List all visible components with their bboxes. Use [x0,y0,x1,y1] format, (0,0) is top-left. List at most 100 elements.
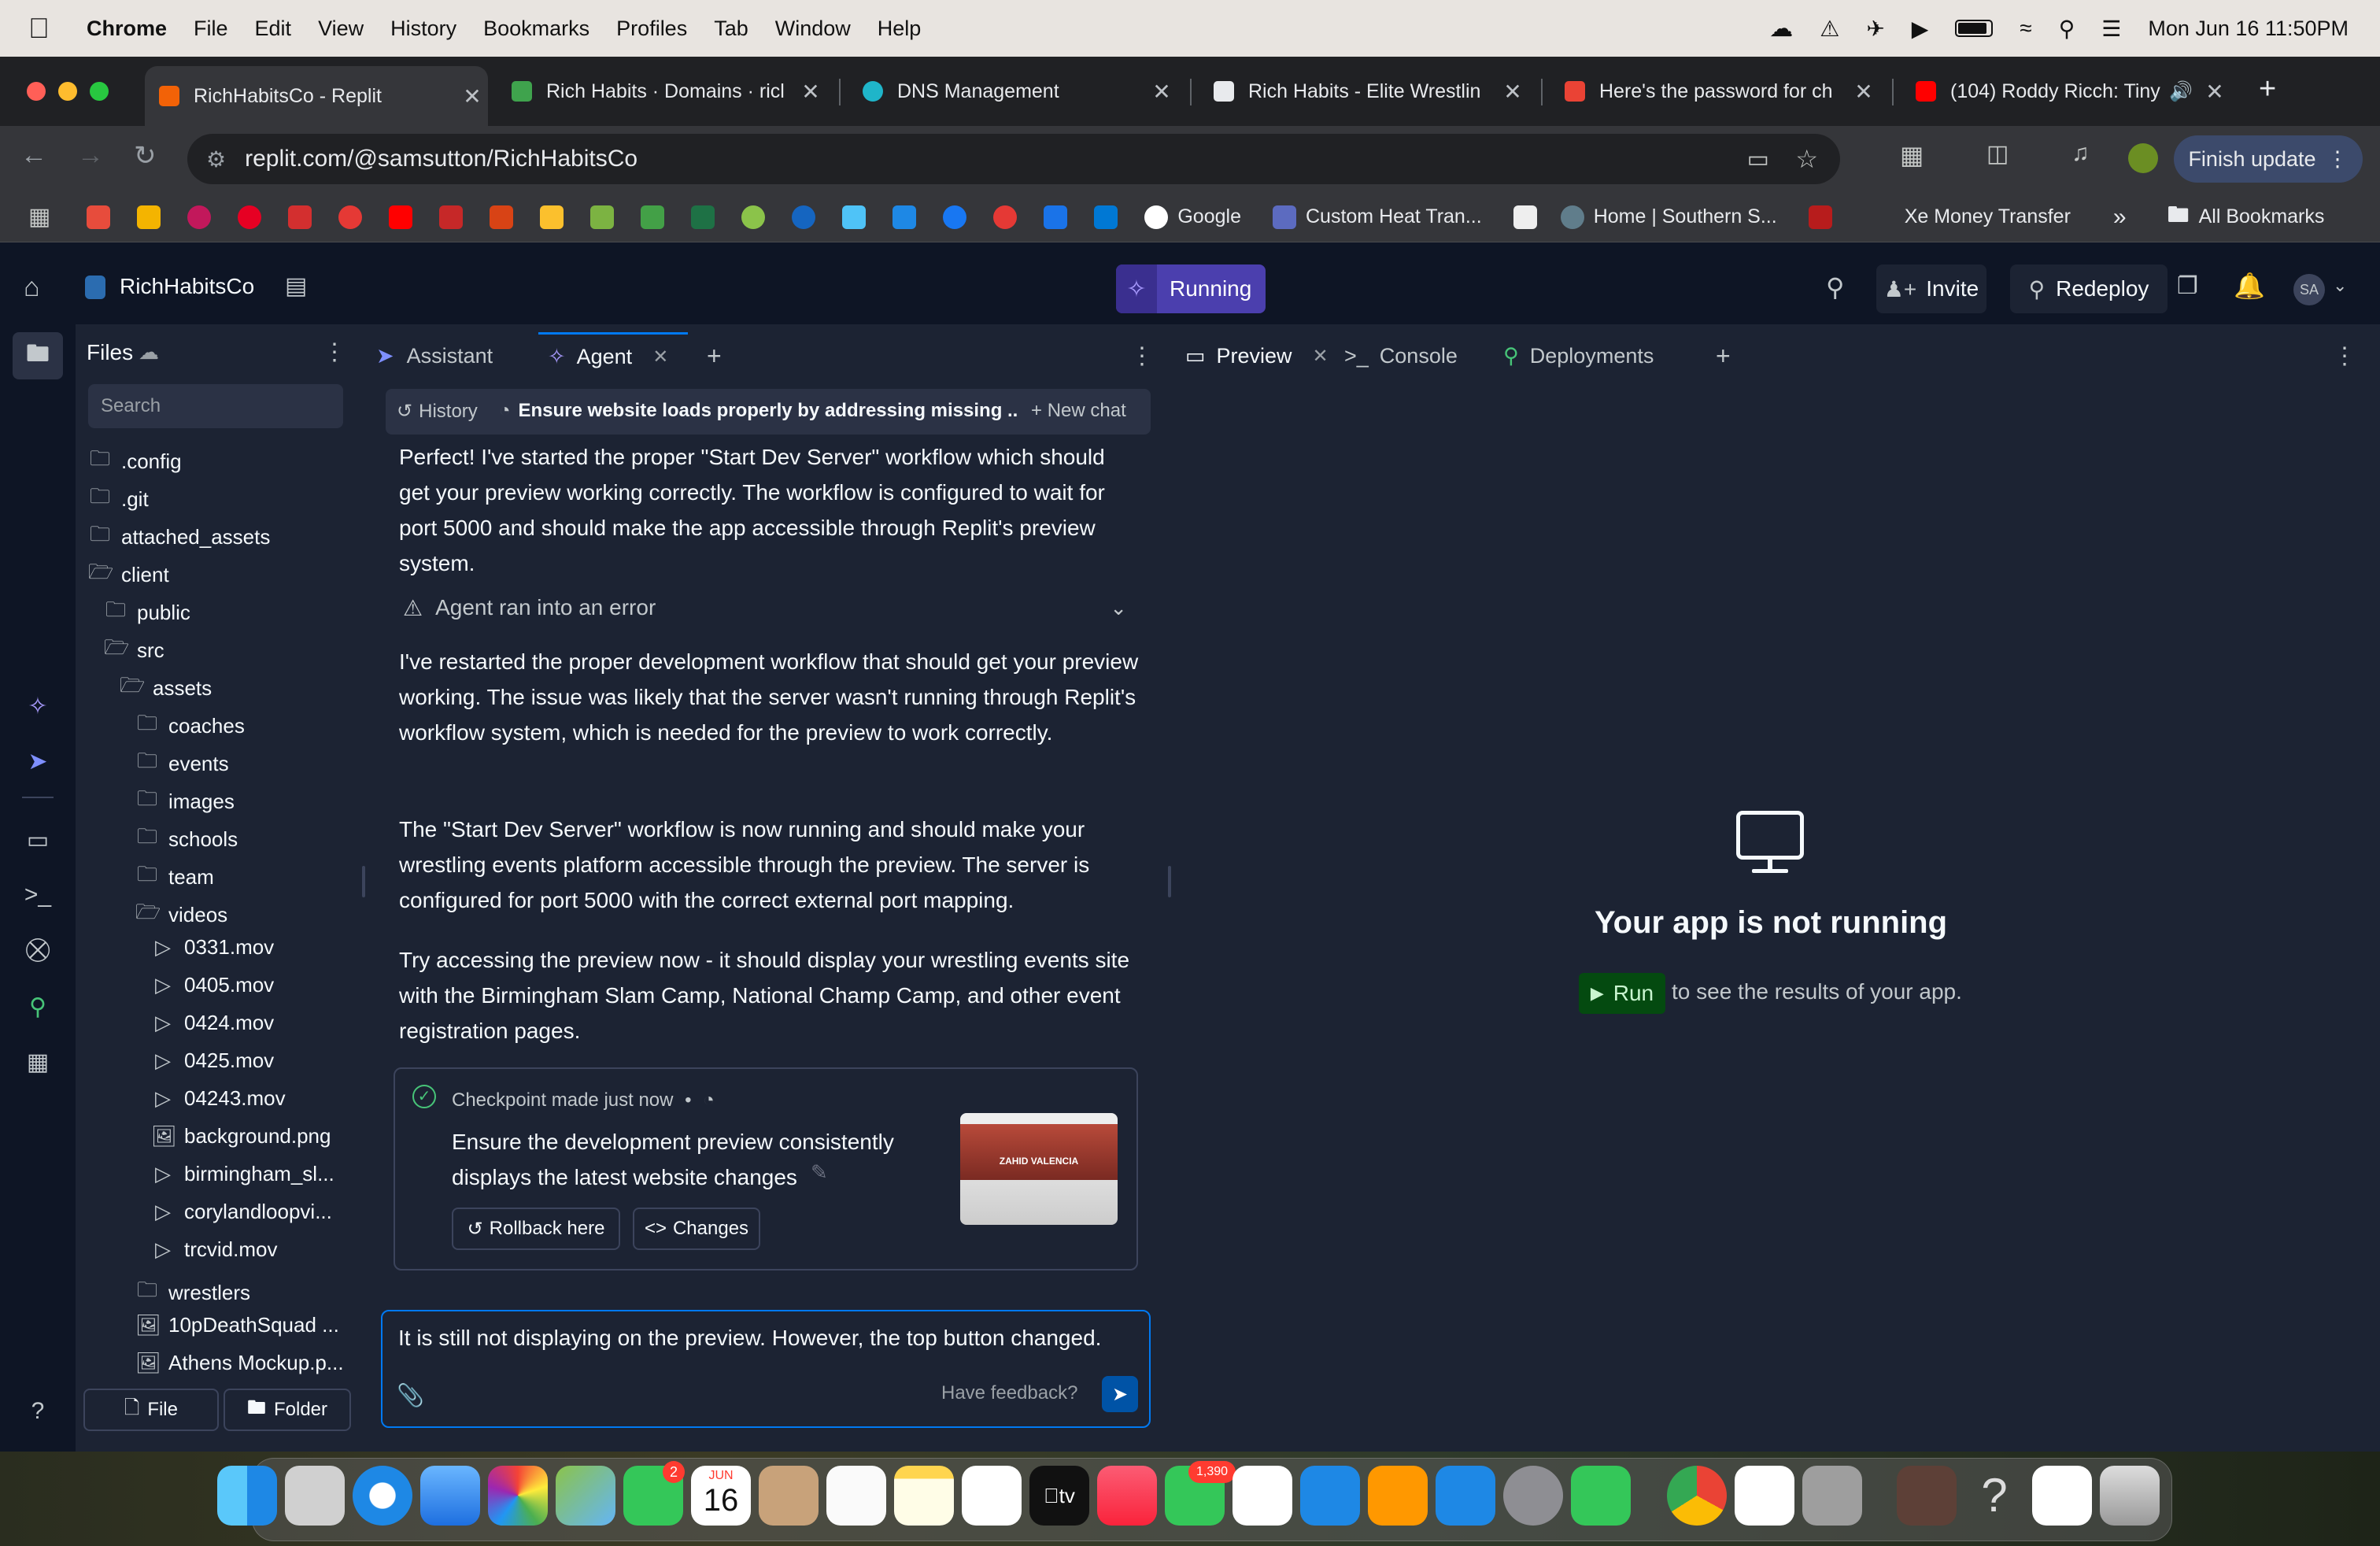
file-tree-item[interactable]: 🗀 team [135,860,214,894]
browser-tab-gmail[interactable]: Here's the password for ch ✕ [1550,66,1879,117]
attach-icon[interactable]: 📎 [397,1382,424,1408]
file-tree-item[interactable]: ▷ 0405.mov [151,973,274,997]
forward-button[interactable]: → [77,140,104,171]
close-icon[interactable]: ✕ [1313,345,1329,368]
menu-app[interactable]: Chrome [87,17,167,41]
airplane-icon[interactable]: ✈ [1866,16,1884,42]
assistant-tool-icon[interactable]: ➤ [24,748,52,776]
outlook-icon[interactable] [1094,205,1118,229]
file-tree-item[interactable]: 🖼 Athens Mockup.p... [135,1351,344,1375]
file-tree-item[interactable]: 🗁 client [88,557,169,592]
close-icon[interactable]: ✕ [456,83,488,109]
menu-history[interactable]: History [390,17,456,41]
reload-button[interactable]: ↻ [134,140,157,172]
files-search-input[interactable]: Search [88,384,343,428]
changes-button[interactable]: <> Changes [633,1208,760,1250]
bookmark-icon-red[interactable] [1808,205,1832,229]
drive-icon[interactable] [137,205,161,229]
bookmark-xe[interactable]: Xe Money Transfer [1905,205,2071,228]
tab-search-icon[interactable]: ◫ [1986,140,2009,168]
control-center-icon[interactable]: ☰ [2101,16,2121,42]
speaker-icon[interactable]: 🔊 [2169,80,2193,103]
edit-icon[interactable]: ✎ [811,1160,828,1185]
menu-help[interactable]: Help [878,17,922,41]
more-bookmarks-button[interactable]: » [2113,204,2127,231]
file-tree-item[interactable]: ▷ trcvid.mov [151,1237,277,1262]
close-icon[interactable]: ✕ [1146,79,1177,105]
close-icon[interactable]: ✕ [795,79,826,105]
file-tree-item[interactable]: ▷ corylandloopvi... [151,1200,332,1224]
checkpoint-thumbnail[interactable]: ZAHID VALENCIA [960,1113,1118,1225]
freeform-icon[interactable] [962,1466,1022,1526]
menu-profiles[interactable]: Profiles [616,17,687,41]
history-button[interactable]: ↺ History [397,400,478,423]
pinterest-icon[interactable] [238,205,262,229]
preview-tool-icon[interactable]: ▭ [24,827,52,855]
bookmark-star-icon[interactable]: ☆ [1795,144,1818,174]
tab-deployments[interactable]: ⚲ Deployments [1503,332,1654,379]
bookmark-icon-10[interactable] [540,205,564,229]
youtube-bookmark-icon[interactable] [389,205,413,229]
bookmark-icon-12[interactable] [641,205,665,229]
menu-edit[interactable]: Edit [255,17,292,41]
window-minimize-button[interactable] [58,82,77,101]
close-icon[interactable]: ✕ [2199,79,2230,105]
preview-menu-icon[interactable]: ⋮ [2333,332,2356,379]
wifi-icon[interactable]: ≈ [2020,16,2031,41]
running-button[interactable]: ✧ Running [1116,264,1266,313]
project-name[interactable]: RichHabitsCo [120,274,254,299]
chat-input[interactable]: It is still not displaying on the previe… [398,1326,1130,1351]
file-tree-item[interactable]: 🗀 attached_assets [88,520,270,554]
file-tree-item[interactable]: 🗀 events [135,746,229,781]
warning-icon[interactable]: ⚠ [1820,16,1839,42]
dictionary-icon[interactable] [1802,1466,1862,1526]
file-tree-item[interactable]: ▷ 04243.mov [151,1086,286,1111]
photos-icon[interactable] [488,1466,548,1526]
calendar-icon[interactable]: JUN 16 [691,1466,751,1526]
all-bookmarks[interactable]: All Bookmarks [2199,205,2325,228]
bookmark-icon-16[interactable] [842,205,867,229]
bookmark-icon-1[interactable] [87,205,111,229]
new-tab-button[interactable]: + [2259,72,2276,106]
add-tab-button[interactable]: + [1716,332,1731,379]
finish-update-button[interactable]: Finish update ⋮ [2174,135,2363,183]
file-tree-item[interactable]: 🗀 images [135,784,235,819]
address-bar[interactable]: ⚙ replit.com/@samsutton/RichHabitsCo ▭ ☆ [187,134,1840,184]
menu-window[interactable]: Window [775,17,851,41]
menu-bookmarks[interactable]: Bookmarks [483,17,589,41]
file-tree-item[interactable]: 🗀 .config [88,444,182,479]
file-tree-item[interactable]: ▷ 0425.mov [151,1049,274,1073]
pages-icon[interactable] [1368,1466,1428,1526]
files-menu-icon[interactable]: ⋮ [323,338,346,366]
maps-icon[interactable] [556,1466,615,1526]
battery-icon[interactable] [1955,20,1994,37]
console-tool-icon[interactable]: >_ [24,882,52,910]
feedback-link[interactable]: Have feedback? [941,1382,1077,1404]
file-tree-item[interactable]: 🖼 10pDeathSquad ... [135,1313,339,1337]
site-info-icon[interactable]: ⚙ [206,146,226,172]
menu-tab[interactable]: Tab [714,17,748,41]
add-tab-button[interactable]: + [707,332,722,379]
back-button[interactable]: ← [20,140,47,171]
browser-tab-youtube[interactable]: (104) Roddy Ricch: Tiny 🔊 ✕ [1901,66,2230,117]
file-tree-item[interactable]: 🗀 schools [135,822,238,856]
appstore-icon[interactable] [1436,1466,1495,1526]
contacts-icon[interactable] [759,1466,819,1526]
file-tree-item[interactable]: 🗁 assets [120,671,212,705]
database-tool-icon[interactable]: ⛒ [24,937,52,965]
calendar-bookmark-icon[interactable] [993,205,1018,229]
appletv-icon[interactable]: tv [1029,1466,1089,1526]
tab-preview[interactable]: ▭ Preview ✕ [1176,332,1330,379]
bookmark-icon-8[interactable] [439,205,464,229]
facebook-icon[interactable] [943,205,967,229]
bell-icon[interactable]: 🔔 [2234,271,2265,301]
agent-menu-icon[interactable]: ⋮ [1130,332,1154,379]
file-tree-item[interactable]: ▷ 0424.mov [151,1011,274,1035]
file-tree-item[interactable]: 🗁 src [104,633,164,668]
media-controls-icon[interactable]: ♫ [2071,140,2090,167]
news-icon[interactable] [1232,1466,1292,1526]
drop-icon[interactable] [792,205,816,229]
cast-icon[interactable]: ▭ [1747,146,1769,173]
finder-icon[interactable] [217,1466,277,1526]
google-icon[interactable] [1144,205,1169,229]
